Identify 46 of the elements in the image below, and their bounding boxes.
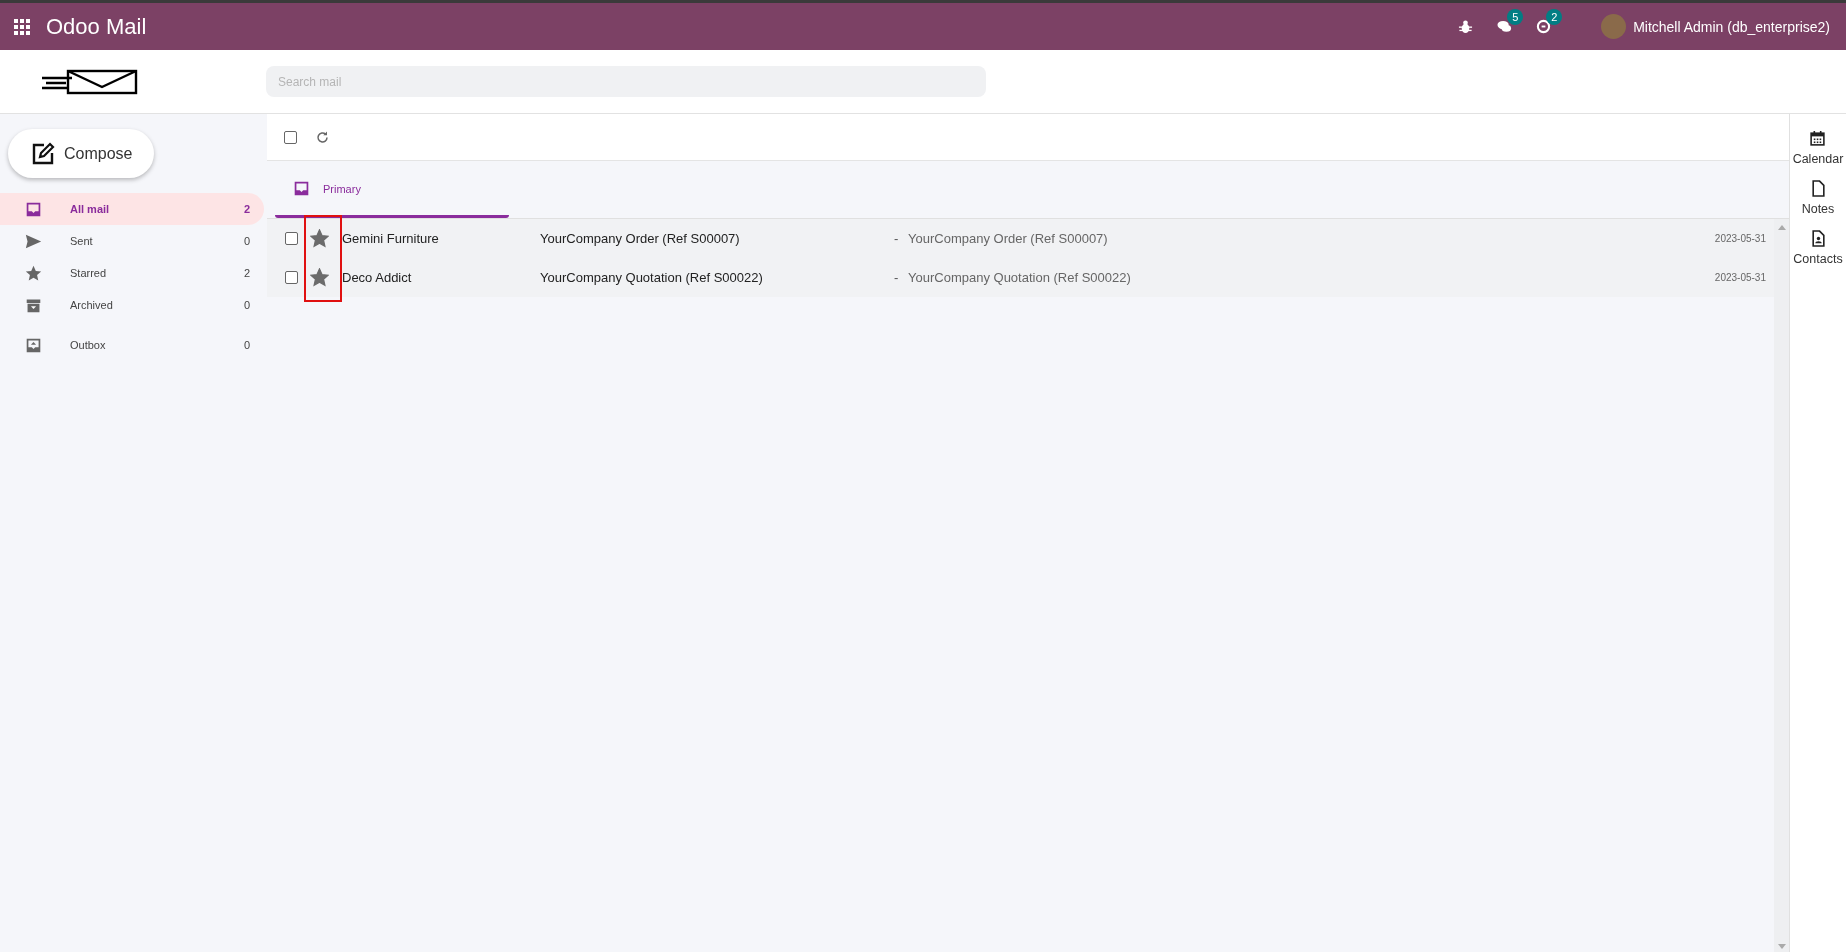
subject-text: YourCompany Order (Ref S00007)	[540, 231, 741, 246]
folder-item[interactable]: Archived 0	[0, 289, 264, 321]
upload-box-icon	[25, 336, 42, 354]
star-icon	[25, 264, 42, 282]
preview-text: YourCompany Order (Ref S00007)	[908, 231, 1109, 246]
message-row[interactable]: Deco Addict YourCompany Quotation (Ref S00022) - YourCompany Quotation (Ref S00022) 2023-05-31	[267, 258, 1774, 297]
inbox-icon	[25, 200, 42, 218]
search-field[interactable]: Search mail	[266, 66, 986, 97]
bug-icon[interactable]	[1458, 19, 1474, 34]
side-app-link[interactable]: Contacts	[1793, 230, 1843, 266]
refresh-icon[interactable]	[315, 129, 330, 145]
side-app-link[interactable]: Notes	[1801, 180, 1835, 216]
separator-dash: -	[894, 270, 900, 285]
calendar-icon	[1809, 130, 1827, 147]
star-icon[interactable]	[310, 229, 329, 248]
date-text: 2023-05-31	[1714, 233, 1766, 244]
folder-item[interactable]: Outbox 0	[0, 329, 264, 361]
activity-count-badge: 2	[1546, 9, 1563, 25]
date-text: 2023-05-31	[1714, 272, 1766, 283]
select-all-checkbox[interactable]	[284, 130, 297, 144]
compose-button[interactable]: Compose	[8, 129, 154, 178]
envelope-logo-icon	[42, 68, 138, 95]
user-name[interactable]: Mitchell Admin (db_enterprise2)	[1633, 18, 1830, 35]
chat-count-badge: 5	[1507, 9, 1524, 25]
sender-name: Deco Addict	[342, 270, 413, 285]
separator-dash: -	[894, 231, 900, 246]
folder-item[interactable]: Sent 0	[0, 225, 264, 257]
send-icon	[25, 232, 42, 250]
row-checkbox[interactable]	[285, 232, 298, 245]
preview-text: YourCompany Quotation (Ref S00022)	[908, 270, 1132, 285]
contact-card-icon	[1809, 230, 1827, 247]
sender-name: Gemini Furniture	[342, 231, 440, 246]
star-icon[interactable]	[310, 268, 329, 287]
folder-item[interactable]: Starred 2	[0, 257, 264, 289]
app-grid-icon[interactable]	[14, 18, 30, 35]
message-row[interactable]: Gemini Furniture YourCompany Order (Ref S00007) - YourCompany Order (Ref S00007) 2023-05-31	[267, 219, 1774, 258]
document-icon	[1809, 180, 1827, 197]
app-title[interactable]: Odoo Mail	[46, 13, 147, 40]
subject-text: YourCompany Quotation (Ref S00022)	[540, 270, 764, 285]
folder-item[interactable]: All mail 2	[0, 193, 264, 225]
inbox-icon	[293, 180, 310, 197]
side-app-link[interactable]: Calendar	[1792, 130, 1844, 166]
row-checkbox[interactable]	[285, 271, 298, 284]
clock-icon[interactable]	[1536, 19, 1552, 34]
chat-icon[interactable]	[1497, 19, 1513, 34]
edit-icon	[31, 141, 55, 166]
